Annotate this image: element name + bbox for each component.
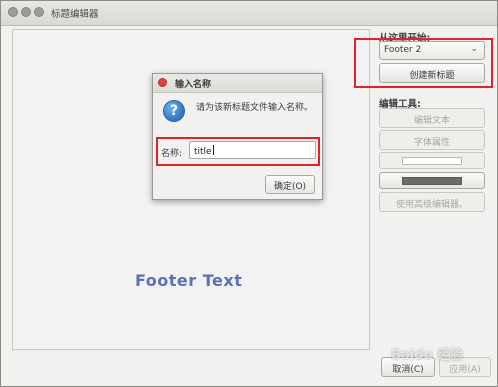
ok-label: 确定(O) — [273, 182, 307, 192]
window-title: 标题编辑器 — [51, 9, 99, 20]
highlight-box-name — [156, 137, 320, 166]
dialog-title: 输入名称 — [175, 80, 212, 90]
highlight-box-template — [354, 38, 493, 88]
window-minimize-button[interactable] — [21, 7, 31, 17]
enter-name-dialog: 输入名称 ? 请为该新标题文件输入名称。 名称: title 确定(O) — [152, 73, 323, 200]
baidu-watermark: Baidu 经验 — [391, 348, 464, 363]
window-close-button[interactable] — [8, 7, 18, 17]
window-maximize-button[interactable] — [34, 7, 44, 17]
cancel-label: 取消(C) — [392, 365, 424, 375]
outline-color-button[interactable] — [379, 172, 485, 189]
dialog-titlebar: 输入名称 — [153, 74, 322, 93]
font-properties-label: 字体属性 — [413, 138, 450, 148]
dialog-message: 请为该新标题文件输入名称。 — [196, 103, 314, 113]
text-color-button[interactable] — [379, 152, 485, 169]
apply-label: 应用(A) — [449, 365, 481, 375]
footer-text-preview: Footer Text — [135, 271, 243, 290]
dialog-close-button[interactable] — [158, 78, 167, 87]
outline-color-swatch — [402, 177, 462, 185]
ok-button[interactable]: 确定(O) — [265, 175, 315, 194]
window-titlebar: 标题编辑器 — [1, 1, 497, 26]
edit-text-button[interactable]: 编辑文本 — [379, 108, 485, 128]
text-color-swatch — [402, 157, 462, 165]
advanced-editor-button[interactable]: 使用高级编辑器。 — [379, 192, 485, 212]
question-icon: ? — [163, 100, 185, 122]
font-properties-button[interactable]: 字体属性 — [379, 130, 485, 150]
advanced-editor-label: 使用高级编辑器。 — [395, 200, 468, 210]
edit-text-label: 编辑文本 — [413, 116, 450, 126]
